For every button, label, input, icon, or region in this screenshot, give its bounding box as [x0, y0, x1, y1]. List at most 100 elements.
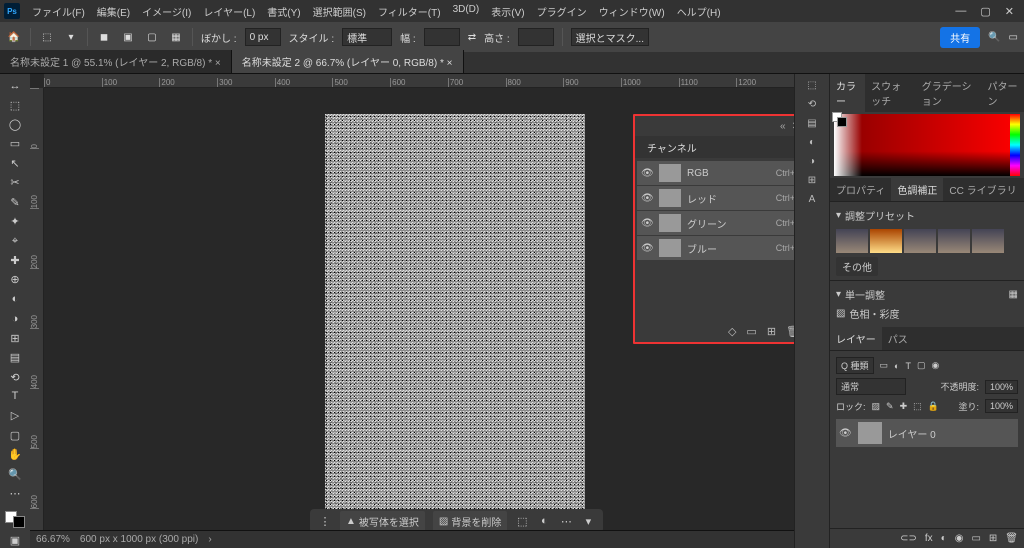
tool-eyedrop[interactable]: ✎: [4, 195, 26, 210]
channel-red[interactable]: 👁レッドCtrl+3: [637, 186, 794, 210]
intersect-icon[interactable]: ▣: [120, 29, 136, 45]
panel-icon[interactable]: ▤: [807, 118, 816, 129]
collapse-icon[interactable]: ▾: [581, 515, 595, 528]
eye-icon[interactable]: 👁: [641, 193, 653, 204]
new-channel-icon[interactable]: ⊞: [767, 325, 776, 338]
status-chevron-icon[interactable]: ›: [208, 534, 211, 545]
menu-help[interactable]: ヘルプ(H): [671, 1, 727, 22]
filter-icon[interactable]: ◉: [931, 360, 939, 371]
eye-icon[interactable]: 👁: [641, 218, 653, 229]
subtract-icon[interactable]: ▢: [144, 29, 160, 45]
tab-properties[interactable]: プロパティ: [830, 178, 891, 201]
opacity-field[interactable]: 100%: [985, 380, 1018, 394]
tab-cclibs[interactable]: CC ライブラリ: [943, 178, 1022, 201]
hue-slider[interactable]: [1010, 114, 1020, 176]
select-subject-button[interactable]: ▲ 被写体を選択: [340, 511, 425, 532]
tool-blur[interactable]: ⊞: [4, 330, 26, 345]
menu-window[interactable]: ウィンドウ(W): [593, 1, 671, 22]
lock-icon[interactable]: ⬚: [913, 401, 922, 412]
tool-gradient[interactable]: ◑: [4, 311, 26, 326]
panel-collapse-icon[interactable]: «: [780, 121, 786, 132]
tab-doc1[interactable]: 名称未設定 1 @ 55.1% (レイヤー 2, RGB/8) * ×: [0, 50, 232, 73]
menu-layer[interactable]: レイヤー(L): [197, 1, 261, 22]
other-presets-button[interactable]: その他: [836, 257, 878, 276]
fx-icon[interactable]: fx: [925, 533, 933, 544]
load-selection-icon[interactable]: ◇: [728, 325, 736, 338]
single-adjust-header[interactable]: ▾ 単一調整▦: [836, 285, 1018, 304]
width-field[interactable]: [424, 28, 460, 46]
select-mask-button[interactable]: 選択とマスク...: [571, 28, 649, 46]
lock-icon[interactable]: ▨: [872, 401, 881, 412]
tool-crop[interactable]: ✂: [4, 175, 26, 190]
menu-image[interactable]: イメージ(I): [136, 1, 197, 22]
tab-swatches[interactable]: スウォッチ: [865, 74, 916, 112]
channel-rgb[interactable]: 👁RGBCtrl+2: [637, 161, 794, 185]
tab-doc2[interactable]: 名称未設定 2 @ 66.7% (レイヤー 0, RGB/8) * ×: [232, 50, 464, 73]
lock-icon[interactable]: 🔒: [928, 401, 939, 412]
tool-brush[interactable]: ⌖: [4, 233, 26, 248]
panel-icon[interactable]: ◐: [809, 137, 815, 148]
menu-view[interactable]: 表示(V): [485, 1, 530, 22]
color-picker[interactable]: [834, 114, 1020, 176]
style-field[interactable]: 標準: [342, 28, 392, 46]
eye-icon[interactable]: 👁: [641, 168, 653, 179]
home-icon[interactable]: 🏠: [6, 29, 22, 45]
menu-file[interactable]: ファイル(F): [26, 1, 91, 22]
adjust-icon[interactable]: ◐: [537, 515, 551, 527]
tool-stamp[interactable]: ✚: [4, 253, 26, 268]
adjust-presets-header[interactable]: ▾ 調整プリセット: [836, 206, 1018, 225]
menu-type[interactable]: 書式(Y): [261, 1, 306, 22]
tool-lasso[interactable]: ◯: [4, 117, 26, 132]
canvas-area[interactable]: 0100200300400500600700800900100011001200…: [30, 74, 794, 548]
tab-gradients[interactable]: グラデーション: [916, 74, 982, 112]
hue-sat-item[interactable]: ▨ 色相・彩度: [836, 304, 1018, 323]
filter-icon[interactable]: T: [905, 361, 911, 371]
quickmask-icon[interactable]: ▣: [4, 532, 26, 547]
tool-dodge[interactable]: ▤: [4, 350, 26, 365]
eye-icon[interactable]: 👁: [839, 428, 852, 439]
new-layer-icon[interactable]: ⊞: [989, 533, 997, 544]
lock-icon[interactable]: ✚: [900, 401, 908, 412]
tool-path[interactable]: ▷: [4, 408, 26, 423]
panel-close-icon[interactable]: ✕: [792, 121, 794, 132]
tab-layers[interactable]: レイヤー: [830, 327, 882, 350]
add-icon[interactable]: ▦: [168, 29, 184, 45]
tab-color[interactable]: カラー: [830, 74, 865, 112]
menu-3d[interactable]: 3D(D): [447, 1, 486, 22]
fill-field[interactable]: 100%: [985, 399, 1018, 413]
layer-name[interactable]: レイヤー 0: [888, 426, 936, 441]
delete-channel-icon[interactable]: 🗑: [786, 325, 794, 338]
maximize-button[interactable]: ▢: [980, 5, 990, 18]
search-icon[interactable]: 🔍: [988, 32, 1000, 43]
layer-item[interactable]: 👁 レイヤー 0: [836, 419, 1018, 447]
group-icon[interactable]: ▭: [971, 533, 980, 544]
trash-icon[interactable]: 🗑: [1005, 533, 1018, 544]
color-swatches[interactable]: [5, 511, 25, 528]
link-icon[interactable]: ⊂⊃: [900, 533, 917, 544]
tool-type[interactable]: T: [4, 389, 26, 404]
channel-green[interactable]: 👁グリーンCtrl+4: [637, 211, 794, 235]
panel-icon[interactable]: ⟲: [808, 99, 816, 110]
more-icon[interactable]: ⋯: [559, 515, 573, 528]
share-button[interactable]: 共有: [940, 27, 980, 48]
save-selection-icon[interactable]: ▭: [746, 325, 756, 338]
panel-icon[interactable]: ◑: [809, 156, 815, 167]
adjust-icon[interactable]: ◉: [955, 533, 964, 544]
tab-adjustments[interactable]: 色調補正: [891, 178, 943, 201]
tab-patterns[interactable]: パターン: [982, 74, 1024, 112]
preset-thumbs[interactable]: [836, 229, 1018, 253]
menu-plugins[interactable]: プラグイン: [531, 1, 593, 22]
eye-icon[interactable]: 👁: [641, 243, 653, 254]
menu-select[interactable]: 選択範囲(S): [307, 1, 372, 22]
tool-move[interactable]: ↔: [4, 78, 26, 93]
mask-icon[interactable]: ◐: [941, 533, 947, 544]
panel-icon[interactable]: A: [809, 194, 816, 205]
chevron-down-icon[interactable]: ▾: [63, 29, 79, 45]
channel-blue[interactable]: 👁ブルーCtrl+5: [637, 236, 794, 260]
menu-edit[interactable]: 編集(E): [91, 1, 136, 22]
drag-icon[interactable]: ⋮: [318, 515, 332, 528]
tool-wand[interactable]: ↖: [4, 156, 26, 171]
layer-filter[interactable]: Q 種類: [836, 357, 874, 374]
filter-icon[interactable]: ◐: [894, 361, 899, 371]
menu-filter[interactable]: フィルター(T): [372, 1, 447, 22]
